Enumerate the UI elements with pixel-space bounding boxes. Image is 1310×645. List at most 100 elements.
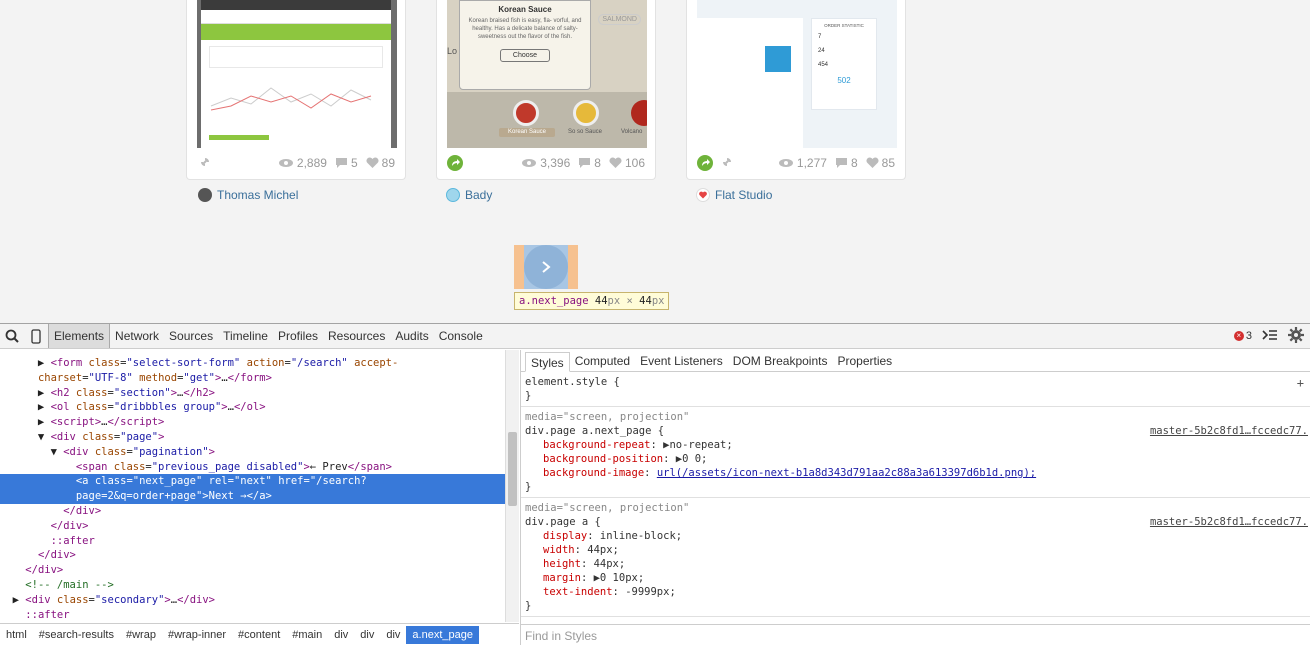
- tab-network[interactable]: Network: [110, 324, 164, 348]
- error-badge[interactable]: × 3: [1233, 330, 1252, 342]
- element-style-rule[interactable]: + element.style { }: [521, 372, 1310, 407]
- likes-stat[interactable]: 89: [366, 156, 395, 170]
- breadcrumb-item[interactable]: div: [354, 626, 380, 644]
- dom-node[interactable]: <span class="previous_page disabled">← P…: [0, 460, 505, 475]
- shot-card[interactable]: 2,889 5 89: [186, 0, 406, 180]
- tab-event-listeners[interactable]: Event Listeners: [635, 351, 728, 371]
- dom-node-selected[interactable]: <a class="next_page" rel="next" href="/s…: [0, 474, 505, 504]
- author-name[interactable]: Flat Studio: [715, 188, 772, 202]
- dom-node[interactable]: ▶ <script>…</script>: [0, 415, 505, 430]
- breadcrumb-item[interactable]: #main: [286, 626, 328, 644]
- shot-author[interactable]: Bady: [446, 188, 492, 202]
- avatar[interactable]: [696, 188, 710, 202]
- breadcrumb-item[interactable]: #wrap-inner: [162, 626, 232, 644]
- css-property[interactable]: background-position: ▶0 0;: [525, 452, 1306, 466]
- css-rule[interactable]: media="screen, projection" div.page a.ne…: [521, 407, 1310, 498]
- breadcrumb-item[interactable]: div: [380, 626, 406, 644]
- tab-styles[interactable]: Styles: [525, 352, 570, 372]
- css-property[interactable]: width: 44px;: [525, 543, 1306, 557]
- comments-stat[interactable]: 8: [835, 156, 858, 170]
- sauce-item: Volcano: [621, 129, 643, 135]
- comments-stat[interactable]: 5: [335, 156, 358, 170]
- rule-source-link[interactable]: master-5b2c8fd1…fccedc77.: [1150, 515, 1308, 529]
- author-name[interactable]: Bady: [465, 188, 492, 202]
- console-drawer-icon[interactable]: [1262, 329, 1278, 344]
- shot-thumbnail[interactable]: Lo SALMOND Korean Sauce Korean braised f…: [447, 0, 647, 148]
- css-property[interactable]: height: 44px;: [525, 557, 1306, 571]
- device-mode-icon[interactable]: [24, 324, 48, 348]
- dom-node[interactable]: charset="UTF-8" method="get">…</form>: [0, 371, 505, 386]
- dom-node[interactable]: ▼ <div class="pagination">: [0, 445, 505, 460]
- views-count: 1,277: [796, 156, 827, 170]
- find-in-styles-input[interactable]: Find in Styles: [521, 624, 1310, 645]
- css-property[interactable]: margin: ▶0 10px;: [525, 571, 1306, 585]
- dom-node[interactable]: ::after: [0, 534, 505, 549]
- tab-computed[interactable]: Computed: [570, 351, 635, 371]
- link-icon[interactable]: [719, 154, 735, 173]
- chevron-right-icon: [542, 261, 551, 273]
- new-rule-icon[interactable]: +: [1297, 376, 1304, 390]
- breadcrumb-item[interactable]: div: [328, 626, 354, 644]
- avatar[interactable]: [198, 188, 212, 202]
- likes-stat[interactable]: 85: [866, 156, 895, 170]
- dom-node[interactable]: </div>: [0, 548, 505, 563]
- rule-source-link[interactable]: master-5b2c8fd1…fccedc77.: [1150, 424, 1308, 438]
- css-property[interactable]: text-indent: -9999px;: [525, 585, 1306, 599]
- shot-author[interactable]: Flat Studio: [696, 188, 772, 202]
- breadcrumb-item[interactable]: html: [0, 626, 33, 644]
- rebound-icon[interactable]: [447, 155, 463, 171]
- tab-profiles[interactable]: Profiles: [273, 324, 323, 348]
- link-icon[interactable]: [197, 154, 213, 173]
- dom-node[interactable]: </div>: [0, 519, 505, 534]
- tooltip-tag: a.next_page: [519, 295, 589, 307]
- stat-value: 24: [818, 48, 825, 54]
- css-property[interactable]: display: inline-block;: [525, 529, 1306, 543]
- shot-thumbnail[interactable]: ORDER STATISTIC 7 24 454 502: [697, 0, 897, 148]
- css-property[interactable]: background-image: url(/assets/icon-next-…: [525, 466, 1306, 480]
- settings-gear-icon[interactable]: [1288, 326, 1304, 346]
- tab-properties[interactable]: Properties: [832, 351, 897, 371]
- dom-node[interactable]: </div>: [0, 504, 505, 519]
- dom-node[interactable]: ▶ <div class="secondary">…</div>: [0, 593, 505, 608]
- eye-icon: [278, 159, 293, 167]
- author-name[interactable]: Thomas Michel: [217, 188, 298, 202]
- inspect-search-icon[interactable]: [0, 324, 24, 348]
- avatar[interactable]: [446, 188, 460, 202]
- choose-button[interactable]: Choose: [500, 49, 550, 62]
- dom-node[interactable]: ::after: [0, 608, 505, 620]
- dom-node[interactable]: </div>: [0, 563, 505, 578]
- css-property[interactable]: background-repeat: ▶no-repeat;: [525, 438, 1306, 452]
- shot-thumbnail[interactable]: [197, 0, 397, 148]
- tab-audits[interactable]: Audits: [390, 324, 433, 348]
- dom-node[interactable]: ▶ <h2 class="section">…</h2>: [0, 386, 505, 401]
- devtools-panel: Elements Network Sources Timeline Profil…: [0, 323, 1310, 645]
- views-stat: 3,396: [521, 156, 570, 170]
- comments-stat[interactable]: 8: [578, 156, 601, 170]
- likes-stat[interactable]: 106: [609, 156, 645, 170]
- rebound-icon[interactable]: [697, 155, 713, 171]
- dom-node[interactable]: ▶ <form class="select-sort-form" action=…: [0, 356, 505, 371]
- breadcrumb-item[interactable]: #wrap: [120, 626, 162, 644]
- tab-dom-breakpoints[interactable]: DOM Breakpoints: [728, 351, 833, 371]
- likes-count: 89: [381, 156, 395, 170]
- css-rule[interactable]: media="screen, projection" div.page a {m…: [521, 498, 1310, 617]
- breadcrumb-item[interactable]: #content: [232, 626, 286, 644]
- next-page-button[interactable]: [524, 245, 568, 289]
- dom-node[interactable]: <!-- /main -->: [0, 578, 505, 593]
- tab-timeline[interactable]: Timeline: [218, 324, 273, 348]
- shot-author[interactable]: Thomas Michel: [198, 188, 298, 202]
- shot-card[interactable]: ORDER STATISTIC 7 24 454 502 1,277 8 85: [686, 0, 906, 180]
- breadcrumb-item-active[interactable]: a.next_page: [406, 625, 479, 644]
- dom-scrollbar[interactable]: [505, 350, 519, 622]
- dom-node[interactable]: ▼ <div class="page">: [0, 430, 505, 445]
- breadcrumb-item[interactable]: #search-results: [33, 626, 120, 644]
- tab-elements[interactable]: Elements: [48, 324, 111, 348]
- shot-card[interactable]: Lo SALMOND Korean Sauce Korean braised f…: [436, 0, 656, 180]
- tab-resources[interactable]: Resources: [323, 324, 390, 348]
- tab-sources[interactable]: Sources: [164, 324, 218, 348]
- tab-console[interactable]: Console: [434, 324, 488, 348]
- tooltip-times: ×: [620, 295, 640, 307]
- dom-node[interactable]: ▶ <ol class="dribbbles group">…</ol>: [0, 400, 505, 415]
- dom-tree[interactable]: ▶ <form class="select-sort-form" action=…: [0, 350, 505, 620]
- views-count: 2,889: [296, 156, 327, 170]
